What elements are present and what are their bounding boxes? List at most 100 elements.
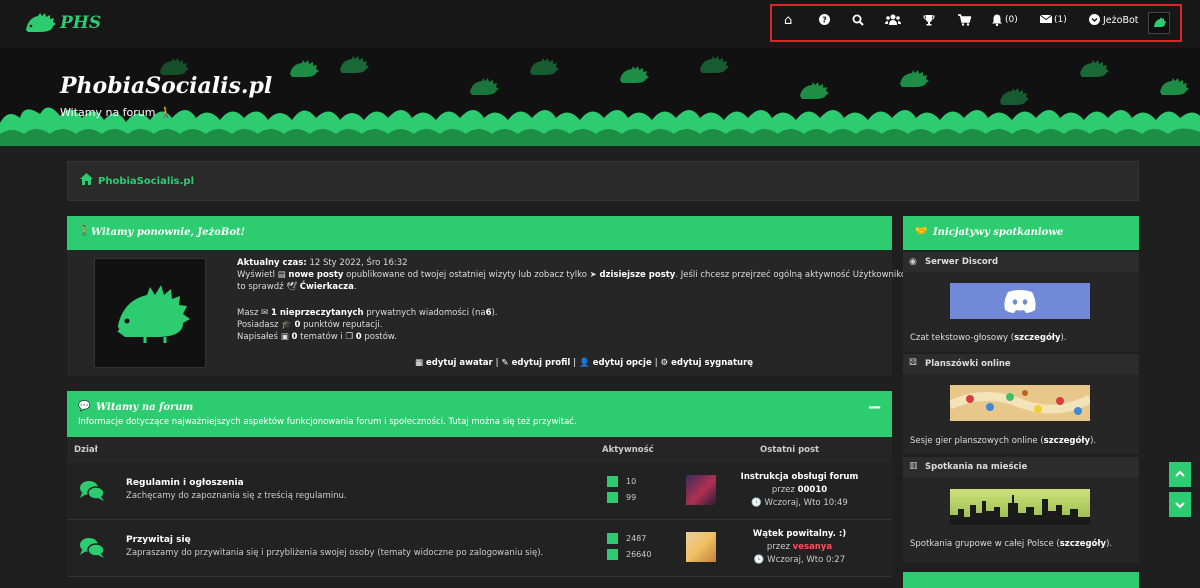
forum-category-header: 💬 Witamy na forum Informacje dotyczące n… — [67, 391, 892, 437]
discord-icon: ◉ — [909, 257, 917, 267]
text-fragment: to sprawdź — [237, 282, 284, 292]
chirper-link[interactable]: Ćwierkacza — [300, 282, 354, 292]
image-icon: ▦ — [415, 358, 424, 368]
forum-row[interactable]: Przywitaj się Zapraszamy do przywitania … — [67, 520, 892, 577]
posts-icon — [607, 492, 618, 503]
scroll-up-button[interactable] — [1169, 462, 1191, 487]
hedgehog-logo-icon — [26, 13, 56, 32]
logo-text: PHS — [60, 13, 102, 33]
site-subtitle: Witamy na forum 🚶 — [60, 106, 173, 119]
text-fragment: postów. — [364, 332, 397, 342]
hedgehog-avatar-icon — [1154, 17, 1166, 27]
edit-profile-link[interactable]: edytuj profil — [512, 358, 571, 368]
help-icon[interactable]: ? — [819, 14, 830, 28]
forum-description: Zapraszamy do przywitania się i przybliż… — [126, 548, 544, 558]
text-fragment: Sesje gier planszowych online ( — [910, 436, 1044, 446]
home-icon[interactable] — [80, 173, 93, 188]
top-navbar: PHS ⌂ ? (0) (1) JeżoBot — [0, 0, 1200, 48]
welcome-title: Witamy ponownie, JeżoBot! — [91, 227, 246, 238]
text-fragment: opublikowane od twojej ostatniej wizyty … — [346, 270, 587, 280]
text-fragment: ). — [1060, 333, 1067, 343]
users-icon[interactable] — [885, 14, 901, 28]
clock-icon: 🕓 — [751, 498, 762, 508]
walking-person-icon: 🚶 — [159, 106, 173, 119]
walking-person-icon: 🚶 — [78, 226, 91, 237]
edit-avatar-link[interactable]: edytuj awatar — [426, 358, 493, 368]
chevron-up-icon — [1175, 470, 1185, 477]
site-logo[interactable]: PHS — [24, 8, 101, 38]
sidebar-section-title: Serwer Discord — [925, 257, 999, 267]
breadcrumb-home-link[interactable]: PhobiaSocialis.pl — [98, 176, 194, 187]
skyline-icon — [950, 495, 1090, 525]
username[interactable]: JeżoBot — [1103, 15, 1139, 26]
current-time-line: Aktualny czas: 12 Sty 2022, Śro 16:32 — [237, 258, 408, 268]
sidebar-header: 🤝 Inicjatywy spotkaniowe — [903, 216, 1139, 250]
last-post-author[interactable]: vesanya — [793, 542, 832, 552]
new-posts-link[interactable]: nowe posty — [288, 270, 343, 280]
forum-category-title[interactable]: Witamy na forum — [96, 402, 193, 413]
last-post-title[interactable]: Wątek powitalny. :) — [727, 529, 872, 539]
city-skyline-image[interactable] — [950, 489, 1090, 525]
details-link[interactable]: szczegóły — [1044, 436, 1090, 446]
svg-text:?: ? — [822, 16, 827, 25]
posts-icon — [607, 549, 618, 560]
last-post-time: Wczoraj, Wto 0:27 — [767, 555, 846, 565]
column-header-last-post: Ostatni post — [760, 445, 820, 455]
city-icon: ▥ — [909, 461, 918, 471]
messages-count[interactable]: (1) — [1054, 15, 1067, 25]
chevron-down-icon[interactable] — [1089, 14, 1100, 28]
discord-card: Czat tekstowo-głosowy (szczegóły). — [903, 272, 1139, 352]
edit-signature-link[interactable]: edytuj sygnaturę — [671, 358, 753, 368]
details-link[interactable]: szczegóły — [1014, 333, 1060, 343]
today-posts-link[interactable]: dzisiejsze posty — [599, 270, 675, 280]
hedgehog-avatar-icon — [115, 285, 190, 343]
user-icon: 👤 — [579, 358, 590, 368]
book-icon: ▣ — [280, 332, 289, 342]
text-fragment: ). — [491, 308, 498, 318]
scroll-down-button[interactable] — [1169, 492, 1191, 517]
messages-line: Masz ✉ 1 nieprzeczytanych prywatnych wia… — [237, 308, 498, 318]
last-post-author[interactable]: 00010 — [798, 485, 828, 495]
user-avatar-large[interactable] — [94, 258, 206, 368]
time-label: Aktualny czas: — [237, 258, 307, 268]
notifications-count[interactable]: (0) — [1005, 15, 1018, 25]
posts-count: 26640 — [626, 550, 652, 559]
separator: | — [573, 358, 577, 368]
search-icon[interactable] — [852, 14, 864, 29]
forum-title[interactable]: Przywitaj się — [126, 535, 191, 545]
unread-messages-link[interactable]: 1 nieprzeczytanych — [271, 308, 364, 318]
text-fragment: ). — [1090, 436, 1097, 446]
reputation-line: Posiadasz 🎓 0 punktów reputacji. — [237, 320, 382, 330]
forum-row[interactable]: Regulamin i ogłoszenia Zachęcamy do zapo… — [67, 463, 892, 520]
cart-icon[interactable] — [958, 14, 972, 29]
collapse-button[interactable]: − — [867, 397, 882, 418]
envelope-icon[interactable] — [1039, 14, 1053, 27]
last-post-title[interactable]: Instrukcja obsługi forum — [727, 472, 872, 482]
site-title[interactable]: PhobiaSocialis.pl — [60, 73, 272, 99]
last-post-time: Wczoraj, Wto 10:49 — [764, 498, 848, 508]
comments-icon: 💬 — [78, 401, 91, 412]
user-avatar[interactable] — [1148, 12, 1170, 34]
edit-options-link[interactable]: edytuj opcje — [593, 358, 652, 368]
forum-title[interactable]: Regulamin i ogłoszenia — [126, 478, 244, 488]
details-link[interactable]: szczegóły — [1060, 539, 1106, 549]
site-banner: PhobiaSocialis.pl Witamy na forum 🚶 — [0, 48, 1200, 146]
discord-banner[interactable] — [950, 283, 1090, 319]
last-poster-avatar[interactable] — [686, 532, 716, 562]
bell-icon[interactable] — [992, 14, 1002, 29]
trophy-icon[interactable] — [923, 14, 935, 29]
topics-stat: 10 — [607, 476, 636, 487]
site-subtitle-text: Witamy na forum — [60, 106, 156, 119]
city-meetups-card: Spotkania grupowe w całej Polsce (szczeg… — [903, 477, 1139, 563]
separator: | — [495, 358, 499, 368]
last-poster-avatar[interactable] — [686, 475, 716, 505]
boardgames-card: Sesje gier planszowych online (szczegóły… — [903, 374, 1139, 454]
text-fragment: punktów reputacji. — [303, 320, 383, 330]
boardgame-image[interactable] — [950, 385, 1090, 421]
topics-icon — [607, 533, 618, 544]
home-icon[interactable]: ⌂ — [784, 13, 792, 28]
boardgames-caption: Sesje gier planszowych online (szczegóły… — [910, 436, 1096, 446]
board-game-icon — [950, 390, 1090, 415]
discord-logo-icon — [1004, 290, 1036, 313]
last-post-info: Wątek powitalny. :) przez vesanya 🕓 Wczo… — [727, 529, 872, 565]
